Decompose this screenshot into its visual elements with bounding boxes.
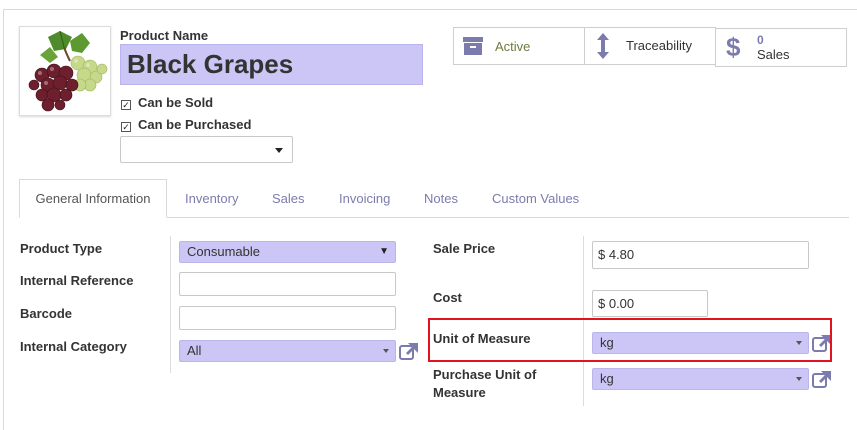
product-image[interactable] [19,26,111,116]
sales-button[interactable]: $ 0 Sales [715,28,847,67]
cost-input[interactable]: $ 0.00 [592,290,708,317]
barcode-label: Barcode [20,306,73,321]
external-link-icon[interactable] [399,342,419,360]
can-be-sold-checkbox[interactable]: ✓ [121,96,131,111]
internal-reference-label: Internal Reference [20,273,134,288]
tab-notes[interactable]: Notes [424,191,458,206]
product-name-input[interactable]: Black Grapes [120,44,423,85]
tab-sales[interactable]: Sales [272,191,305,206]
can-be-purchased-label: Can be Purchased [138,117,252,132]
purchase-unit-of-measure-value: kg [600,371,614,386]
chevron-down-icon [796,377,802,381]
cost-label: Cost [433,290,462,305]
sales-count: 0 [757,33,764,47]
internal-category-select[interactable]: All [179,340,396,362]
checkmark-icon: ✓ [121,122,131,132]
product-type-select[interactable]: Consumable ▼ [179,241,396,263]
purchase-uom-label-line2: Measure [433,385,486,400]
internal-reference-input[interactable] [179,272,396,296]
barcode-input[interactable] [179,306,396,330]
left-group-separator [170,236,171,373]
can-be-sold-label: Can be Sold [138,95,214,110]
tab-general-information[interactable]: General Information [19,179,167,218]
sale-price-label: Sale Price [433,241,496,256]
checkmark-icon: ✓ [121,100,131,110]
dollar-icon: $ [726,32,741,62]
product-type-value: Consumable [187,244,260,259]
tab-inventory[interactable]: Inventory [185,191,238,206]
active-label: Active [495,39,531,54]
product-type-label: Product Type [20,241,103,256]
sales-label: Sales [757,47,790,62]
internal-category-value: All [187,343,202,358]
chevron-down-icon [275,148,283,153]
active-button[interactable]: Active [453,27,585,65]
archive-icon [463,37,483,55]
chevron-down-icon: ▼ [379,246,389,257]
traceability-button[interactable]: Traceability [584,27,716,65]
tab-invoicing[interactable]: Invoicing [339,191,390,206]
purchase-uom-label-line1: Purchase Unit of [433,367,537,382]
product-variant-select[interactable] [120,136,293,163]
internal-category-label: Internal Category [20,339,127,354]
tab-custom-values[interactable]: Custom Values [492,191,579,206]
up-down-arrow-icon [597,33,609,59]
chevron-down-icon [383,349,389,353]
traceability-label: Traceability [626,38,692,53]
purchase-unit-of-measure-select[interactable]: kg [592,368,809,390]
highlight-box [428,318,832,362]
grapes-icon [28,30,108,112]
external-link-icon[interactable] [812,370,832,388]
product-name-label: Product Name [120,28,209,43]
sale-price-input[interactable]: $ 4.80 [592,241,809,269]
can-be-purchased-checkbox[interactable]: ✓ [121,118,131,133]
